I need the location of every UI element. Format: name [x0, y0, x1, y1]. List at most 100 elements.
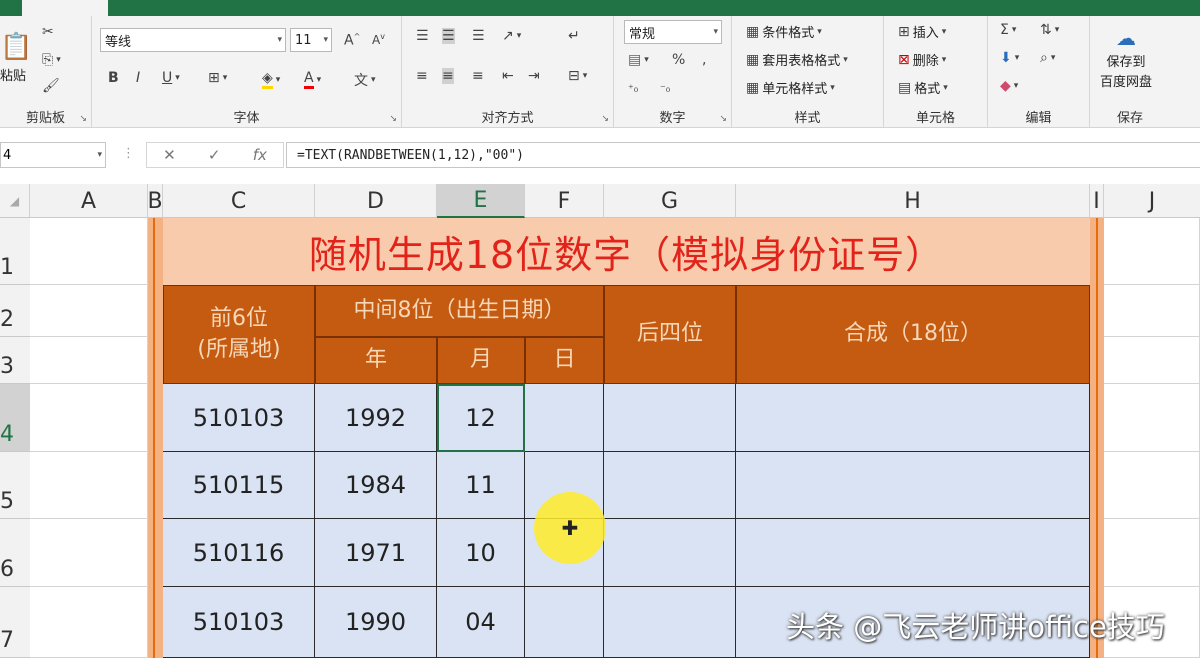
cell-j3[interactable]	[1104, 337, 1200, 384]
cell-month[interactable]: 04	[437, 587, 525, 658]
cell-last4[interactable]	[604, 452, 736, 519]
paste-button[interactable]: 📋 粘贴	[0, 32, 32, 84]
dialog-launcher-icon[interactable]: ↘	[79, 114, 87, 124]
comma-button[interactable]: ,	[702, 52, 706, 68]
currency-button[interactable]: ▤ ▾	[628, 52, 649, 68]
cell-first6[interactable]: 510103	[163, 384, 315, 452]
cell-j2[interactable]	[1104, 285, 1200, 337]
column-header-a[interactable]: A	[30, 184, 148, 218]
middle-align-button[interactable]: ☰	[442, 28, 455, 44]
column-header-h[interactable]: H	[736, 184, 1090, 218]
cell-combined[interactable]	[736, 519, 1090, 587]
header-day[interactable]: 日	[525, 337, 604, 384]
cell-a1[interactable]	[30, 218, 148, 285]
cell-year[interactable]: 1992	[315, 384, 437, 452]
fill-button[interactable]: ⬇ ▾	[1000, 50, 1019, 66]
cancel-icon[interactable]: ✕	[163, 146, 176, 164]
conditional-format-button[interactable]: ▦ 条件格式 ▾	[746, 22, 822, 42]
increase-indent-button[interactable]: ⇥	[528, 68, 540, 84]
column-header-e[interactable]: E	[437, 184, 525, 218]
row-header-1[interactable]: 1	[0, 218, 30, 285]
save-to-baidu-button[interactable]: ☁ 保存到 百度网盘	[1100, 26, 1152, 90]
align-center-button[interactable]: ≡	[442, 68, 454, 84]
row-header-4[interactable]: 4	[0, 384, 30, 452]
cell-j5[interactable]	[1104, 452, 1200, 519]
table-title[interactable]: 随机生成18位数字（模拟身份证号）	[163, 218, 1090, 285]
clear-button[interactable]: ◆ ▾	[1000, 78, 1018, 94]
border-button[interactable]: ⊞ ▾	[208, 70, 227, 86]
cell-first6[interactable]: 510115	[163, 452, 315, 519]
cell-last4[interactable]	[604, 519, 736, 587]
row-header-6[interactable]: 6	[0, 519, 30, 587]
cell-day[interactable]	[525, 384, 604, 452]
merge-center-button[interactable]: ⊟ ▾	[568, 68, 587, 84]
cell-j1[interactable]	[1104, 218, 1200, 285]
home-tab[interactable]	[22, 0, 108, 16]
cell-first6[interactable]: 510103	[163, 587, 315, 658]
bottom-align-button[interactable]: ☰	[472, 28, 485, 44]
row-header-3[interactable]: 3	[0, 337, 30, 384]
cell-year[interactable]: 1971	[315, 519, 437, 587]
cell-month[interactable]: 11	[437, 452, 525, 519]
name-box[interactable]: 4 ▾	[0, 142, 106, 168]
cell-a4[interactable]	[30, 384, 148, 452]
column-header-d[interactable]: D	[315, 184, 437, 218]
header-year[interactable]: 年	[315, 337, 437, 384]
cell-first6[interactable]: 510116	[163, 519, 315, 587]
font-color-button[interactable]: A ▾	[304, 70, 321, 89]
cell-last4[interactable]	[604, 587, 736, 658]
align-left-button[interactable]: ≡	[416, 68, 428, 84]
align-right-button[interactable]: ≡	[472, 68, 484, 84]
cell-a2[interactable]	[30, 285, 148, 337]
number-format-select[interactable]: 常规 ▾	[624, 20, 722, 44]
insert-button[interactable]: ⊞ 插入 ▾	[898, 22, 946, 42]
header-first6[interactable]: 前6位 (所属地)	[163, 285, 315, 384]
cell-a7[interactable]	[30, 587, 148, 658]
fill-color-button[interactable]: ◈ ▾	[262, 70, 280, 89]
cell-combined[interactable]	[736, 452, 1090, 519]
font-name-select[interactable]: 等线 ▾	[100, 28, 286, 52]
row-header-5[interactable]: 5	[0, 452, 30, 519]
orientation-button[interactable]: ↗ ▾	[502, 28, 521, 44]
phonetic-button[interactable]: 文 ▾	[354, 70, 376, 90]
cell-j4[interactable]	[1104, 384, 1200, 452]
select-all-corner[interactable]: ◢	[0, 184, 30, 218]
row-header-7[interactable]: 7	[0, 587, 30, 658]
cell-combined[interactable]	[736, 384, 1090, 452]
column-header-c[interactable]: C	[163, 184, 315, 218]
format-button[interactable]: ▤ 格式 ▾	[898, 78, 948, 98]
cell-year[interactable]: 1990	[315, 587, 437, 658]
cell-day[interactable]	[525, 587, 604, 658]
increase-font-button[interactable]: A^	[344, 32, 360, 49]
wrap-text-button[interactable]: ↵	[568, 28, 580, 44]
cell-a6[interactable]	[30, 519, 148, 587]
formula-input[interactable]: =TEXT(RANDBETWEEN(1,12),"00")	[286, 142, 1200, 168]
header-month[interactable]: 月	[437, 337, 525, 384]
font-size-select[interactable]: 11 ▾	[290, 28, 332, 52]
find-select-button[interactable]: ⌕ ▾	[1040, 50, 1055, 66]
underline-button[interactable]: U ▾	[162, 70, 180, 86]
row-header-2[interactable]: 2	[0, 285, 30, 337]
header-last4[interactable]: 后四位	[604, 285, 736, 384]
column-header-f[interactable]: F	[525, 184, 604, 218]
column-header-i[interactable]: I	[1090, 184, 1104, 218]
copy-button[interactable]: ⎘ ▾	[42, 52, 61, 68]
dialog-launcher-icon[interactable]: ↘	[601, 114, 609, 124]
top-align-button[interactable]: ☰	[416, 28, 429, 44]
sort-filter-button[interactable]: ⇅ ▾	[1040, 22, 1059, 38]
function-icon[interactable]: fx	[253, 146, 267, 164]
increase-decimal-button[interactable]: ⁺₀	[628, 82, 638, 95]
cell-a3[interactable]	[30, 337, 148, 384]
header-middle8[interactable]: 中间8位（出生日期）	[315, 285, 604, 337]
format-painter-button[interactable]: 🖌	[42, 78, 60, 94]
dialog-launcher-icon[interactable]: ↘	[389, 114, 397, 124]
cut-button[interactable]: ✂	[42, 24, 54, 40]
decrease-indent-button[interactable]: ⇤	[502, 68, 514, 84]
percent-button[interactable]: %	[672, 52, 685, 68]
column-header-b[interactable]: B	[147, 184, 163, 218]
cell-j6[interactable]	[1104, 519, 1200, 587]
bold-button[interactable]: B	[108, 70, 119, 86]
column-header-g[interactable]: G	[604, 184, 736, 218]
cell-last4[interactable]	[604, 384, 736, 452]
delete-button[interactable]: ⊠ 删除 ▾	[898, 50, 946, 70]
